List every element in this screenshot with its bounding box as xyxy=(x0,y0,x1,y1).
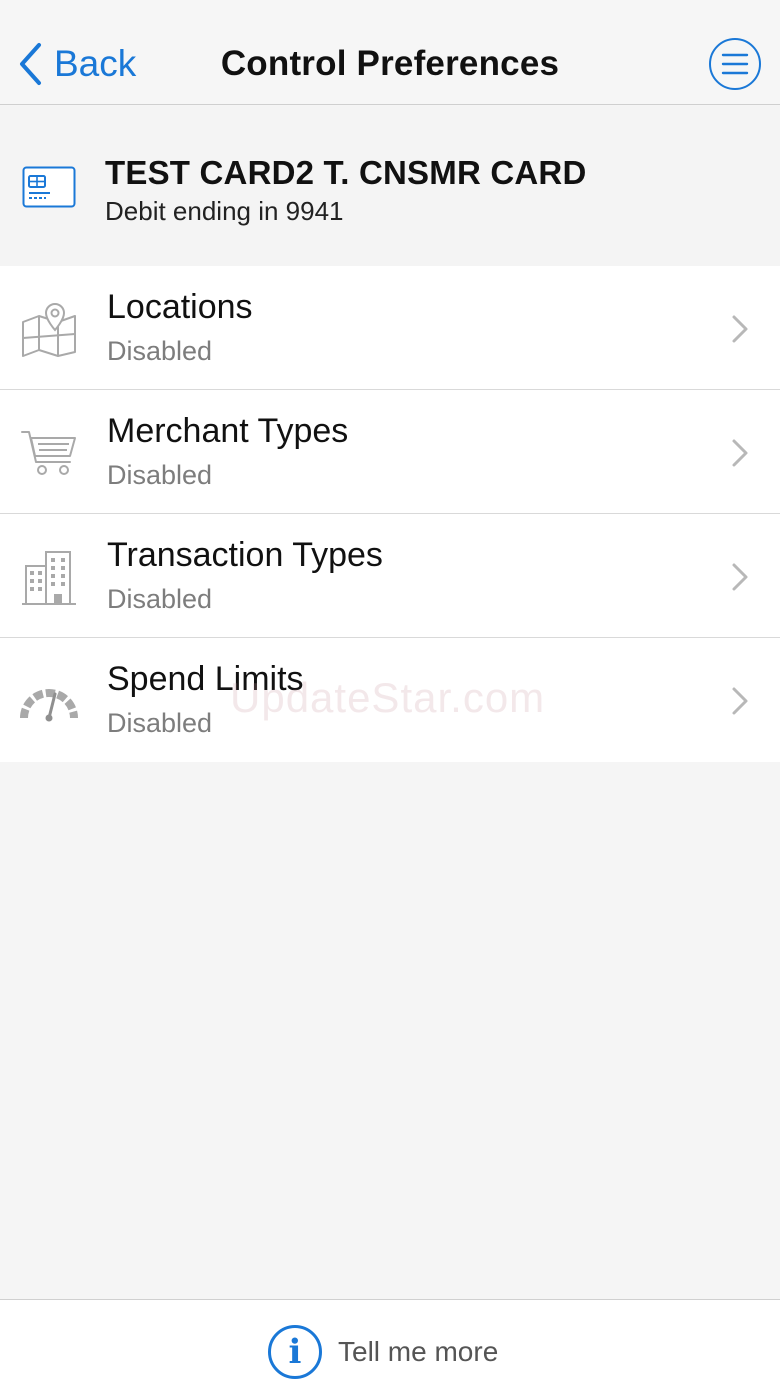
control-row-merchant-types[interactable]: Merchant Types Disabled xyxy=(0,390,780,514)
credit-card-icon xyxy=(22,166,76,208)
controls-list: Locations Disabled Merchant Types Disabl… xyxy=(0,266,780,762)
chevron-right-icon xyxy=(732,439,748,467)
chevron-right-icon xyxy=(732,315,748,343)
control-title: Transaction Types xyxy=(107,536,383,574)
speedometer-icon xyxy=(20,689,78,722)
chevron-right-icon xyxy=(732,563,748,591)
control-row-spend-limits[interactable]: Spend Limits Disabled xyxy=(0,638,780,762)
page-title: Control Preferences xyxy=(220,44,560,83)
navigation-bar: Back Control Preferences xyxy=(0,0,780,105)
card-header: TEST CARD2 T. CNSMR CARD Debit ending in… xyxy=(0,106,780,266)
control-title: Locations xyxy=(107,288,253,326)
hamburger-menu-icon xyxy=(721,53,749,75)
control-status: Disabled xyxy=(107,584,213,614)
control-title: Merchant Types xyxy=(107,412,349,450)
map-pin-icon xyxy=(22,302,76,357)
tell-me-more-label: Tell me more xyxy=(338,1336,499,1367)
control-title: Spend Limits xyxy=(107,660,304,698)
chevron-right-icon xyxy=(732,687,748,715)
control-row-locations[interactable]: Locations Disabled xyxy=(0,266,780,390)
control-status: Disabled xyxy=(107,708,213,738)
card-name: TEST CARD2 T. CNSMR CARD xyxy=(105,154,587,191)
control-status: Disabled xyxy=(107,460,213,490)
control-row-transaction-types[interactable]: Transaction Types Disabled xyxy=(0,514,780,638)
footer-bar: i Tell me more xyxy=(0,1299,780,1387)
info-icon: i xyxy=(268,1325,322,1379)
control-status: Disabled xyxy=(107,336,213,366)
card-subtitle: Debit ending in 9941 xyxy=(105,196,344,226)
shopping-cart-icon xyxy=(21,431,76,475)
menu-button[interactable] xyxy=(709,38,761,90)
buildings-icon xyxy=(22,551,76,605)
tell-me-more-button[interactable]: i Tell me more xyxy=(268,1325,498,1379)
